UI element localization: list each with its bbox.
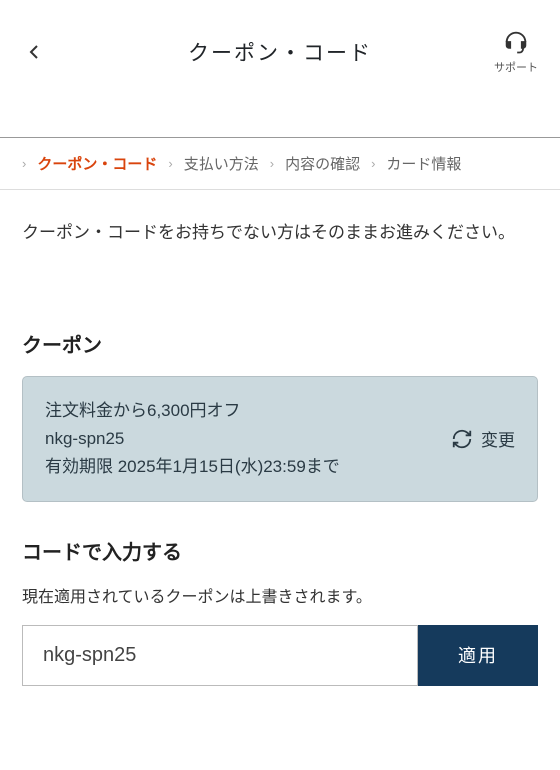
overwrite-note: 現在適用されているクーポンは上書きされます。: [22, 583, 538, 607]
step-coupon[interactable]: クーポン・コード: [37, 153, 157, 174]
coupon-discount-line: 注文料金から6,300円オフ: [45, 397, 340, 425]
apply-button[interactable]: 適用: [418, 625, 538, 686]
chevron-right-icon: ›: [22, 156, 26, 171]
back-button[interactable]: [22, 40, 46, 64]
step-payment[interactable]: 支払い方法: [184, 153, 259, 174]
chevron-right-icon: ›: [371, 156, 375, 171]
support-button[interactable]: サポート: [494, 28, 538, 75]
coupon-expiry-line: 有効期限 2025年1月15日(水)23:59まで: [45, 453, 340, 481]
coupon-code-input[interactable]: [22, 625, 418, 686]
headset-icon: [502, 28, 530, 56]
description-text: クーポン・コードをお持ちでない方はそのままお進みください。: [22, 218, 538, 249]
breadcrumb: › クーポン・コード › 支払い方法 › 内容の確認 › カード情報: [0, 137, 560, 190]
support-label: サポート: [494, 59, 538, 75]
coupon-code-line: nkg-spn25: [45, 425, 340, 453]
chevron-right-icon: ›: [168, 156, 172, 171]
chevron-right-icon: ›: [270, 156, 274, 171]
change-coupon-button[interactable]: 変更: [451, 426, 515, 451]
refresh-icon: [451, 428, 473, 450]
page-title: クーポン・コード: [188, 37, 372, 67]
applied-coupon-card: 注文料金から6,300円オフ nkg-spn25 有効期限 2025年1月15日…: [22, 376, 538, 502]
chevron-left-icon: [22, 40, 46, 64]
code-input-section-title: コードで入力する: [22, 536, 538, 565]
step-card[interactable]: カード情報: [386, 153, 461, 174]
change-label: 変更: [481, 426, 515, 451]
coupon-section-title: クーポン: [22, 329, 538, 358]
step-confirm[interactable]: 内容の確認: [285, 153, 360, 174]
